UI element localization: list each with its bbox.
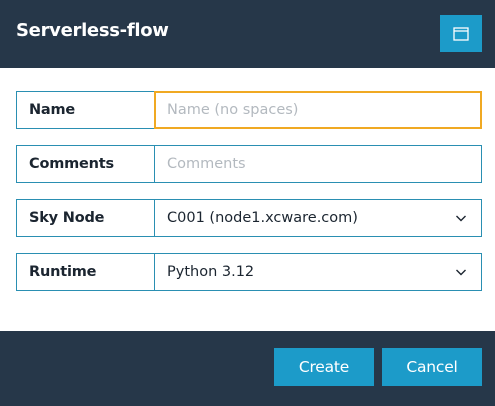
chevron-down-icon: [456, 269, 466, 276]
flow-form: Name Comments Sky Node C001 (node1.xcwar…: [16, 91, 482, 307]
sky-node-label: Sky Node: [17, 200, 155, 236]
dialog-title: Serverless-flow: [16, 20, 169, 41]
comments-field-wrapper: [155, 146, 481, 182]
create-button[interactable]: Create: [274, 348, 374, 386]
name-label: Name: [17, 92, 155, 128]
comments-label: Comments: [17, 146, 155, 182]
name-row: Name: [16, 91, 482, 129]
chevron-down-icon: [456, 215, 466, 222]
runtime-selected-value: Python 3.12: [167, 264, 255, 280]
runtime-label: Runtime: [17, 254, 155, 290]
comments-row: Comments: [16, 145, 482, 183]
sky-node-selected-value: C001 (node1.xcware.com): [167, 210, 358, 226]
runtime-row: Runtime Python 3.12: [16, 253, 482, 291]
name-input[interactable]: [155, 92, 481, 128]
comments-input[interactable]: [155, 146, 481, 182]
runtime-select[interactable]: Python 3.12: [155, 254, 481, 290]
sky-node-select[interactable]: C001 (node1.xcware.com): [155, 200, 481, 236]
window-restore-icon: [453, 26, 469, 41]
cancel-button[interactable]: Cancel: [382, 348, 482, 386]
name-field-wrapper: [154, 91, 482, 129]
dialog-header: Serverless-flow: [0, 0, 495, 68]
sky-node-row: Sky Node C001 (node1.xcware.com): [16, 199, 482, 237]
serverless-flow-dialog: Serverless-flow Name Comments Sky Node C…: [0, 0, 495, 406]
window-toggle-button[interactable]: [440, 15, 482, 52]
dialog-footer: Create Cancel: [0, 331, 495, 406]
